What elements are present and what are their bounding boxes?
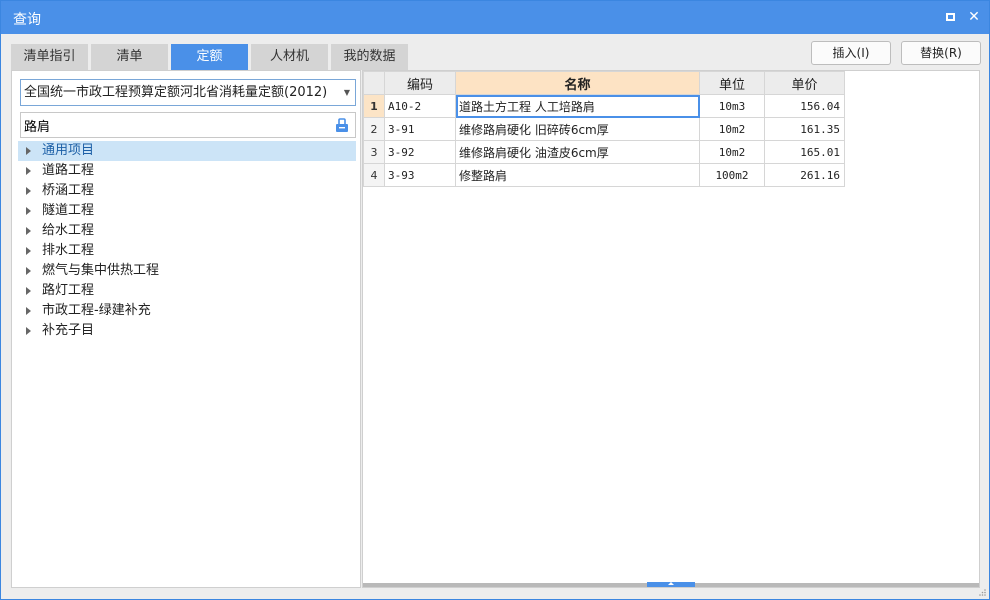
cell-name[interactable]: 修整路肩 [455, 163, 700, 187]
expand-arrow-icon[interactable] [26, 167, 31, 175]
column-header-unit[interactable]: 单位 [699, 71, 765, 95]
row-number[interactable]: 3 [363, 140, 385, 164]
cell-code[interactable]: 3-91 [384, 117, 456, 141]
column-header-code[interactable]: 编码 [384, 71, 456, 95]
tree-item-label: 桥涵工程 [42, 183, 95, 198]
row-number[interactable]: 2 [363, 117, 385, 141]
search-icon[interactable] [335, 117, 349, 133]
replace-button[interactable]: 替换(R) [901, 41, 981, 65]
expand-arrow-icon[interactable] [26, 307, 31, 315]
tree-item-label: 市政工程-绿建补充 [42, 303, 151, 318]
expand-arrow-icon[interactable] [26, 327, 31, 335]
maximize-icon[interactable] [941, 8, 959, 26]
tab-list-guide[interactable]: 清单指引 [11, 44, 88, 70]
insert-button[interactable]: 插入(I) [811, 41, 891, 65]
chevron-up-icon [668, 582, 674, 585]
tree-item-label: 路灯工程 [42, 283, 95, 298]
chapter-tree: 通用项目 道路工程 桥涵工程 隧道工程 给水工程 排水工程 燃气与集中供热工程 … [18, 141, 356, 341]
tab-my-data[interactable]: 我的数据 [331, 44, 408, 70]
tree-item[interactable]: 路灯工程 [18, 281, 356, 301]
tree-item-label: 排水工程 [42, 243, 95, 258]
cell-code[interactable]: 3-92 [384, 140, 456, 164]
column-header-price[interactable]: 单价 [764, 71, 845, 95]
cell-unit[interactable]: 10m2 [699, 117, 765, 141]
query-dialog: 查询 ✕ 清单指引 清单 定额 人材机 我的数据 插入(I) 替换(R) 全国统… [0, 0, 990, 600]
expand-arrow-icon[interactable] [26, 247, 31, 255]
cell-code[interactable]: 3-93 [384, 163, 456, 187]
search-box [20, 112, 356, 138]
row-number[interactable]: 1 [363, 94, 385, 118]
table-header-row: 编码 名称 单位 单价 [363, 71, 845, 95]
tree-item[interactable]: 燃气与集中供热工程 [18, 261, 356, 281]
cell-price[interactable]: 261.16 [764, 163, 845, 187]
table-row[interactable]: 1 A10-2 道路土方工程 人工培路肩 10m3 156.04 [363, 94, 845, 118]
tab-labor-material-machine[interactable]: 人材机 [251, 44, 328, 70]
row-number[interactable]: 4 [363, 163, 385, 187]
tree-item[interactable]: 通用项目 [18, 141, 356, 161]
cell-unit[interactable]: 100m2 [699, 163, 765, 187]
tab-quota[interactable]: 定额 [171, 44, 248, 70]
quota-library-value: 全国统一市政工程预算定额河北省消耗量定额(2012) [24, 85, 328, 100]
tree-item[interactable]: 市政工程-绿建补充 [18, 301, 356, 321]
tab-list[interactable]: 清单 [91, 44, 168, 70]
collapse-handle[interactable] [647, 582, 695, 587]
tree-item-label: 补充子目 [42, 323, 95, 338]
cell-name[interactable]: 维修路肩硬化 旧碎砖6cm厚 [455, 117, 700, 141]
quota-library-select[interactable]: 全国统一市政工程预算定额河北省消耗量定额(2012) ▼ [20, 79, 356, 106]
cell-name[interactable]: 维修路肩硬化 油渣皮6cm厚 [455, 140, 700, 164]
tree-item[interactable]: 隧道工程 [18, 201, 356, 221]
expand-arrow-icon[interactable] [26, 147, 31, 155]
tree-item[interactable]: 道路工程 [18, 161, 356, 181]
tree-item-label: 给水工程 [42, 223, 95, 238]
cell-name[interactable]: 道路土方工程 人工培路肩 [455, 94, 700, 118]
tree-item-label: 燃气与集中供热工程 [42, 263, 160, 278]
tree-item[interactable]: 补充子目 [18, 321, 356, 341]
tree-item[interactable]: 给水工程 [18, 221, 356, 241]
table-row[interactable]: 2 3-91 维修路肩硬化 旧碎砖6cm厚 10m2 161.35 [363, 117, 845, 141]
chevron-down-icon: ▼ [343, 88, 350, 97]
cell-unit[interactable]: 10m2 [699, 140, 765, 164]
resize-grip-icon[interactable] [978, 588, 986, 596]
tree-item-label: 通用项目 [42, 143, 95, 158]
close-icon[interactable]: ✕ [965, 8, 983, 26]
title-bar[interactable]: 查询 ✕ [1, 1, 989, 34]
cell-price[interactable]: 165.01 [764, 140, 845, 164]
cell-price[interactable]: 156.04 [764, 94, 845, 118]
tree-item[interactable]: 排水工程 [18, 241, 356, 261]
expand-arrow-icon[interactable] [26, 187, 31, 195]
cell-price[interactable]: 161.35 [764, 117, 845, 141]
cell-unit[interactable]: 10m3 [699, 94, 765, 118]
cell-code[interactable]: A10-2 [384, 94, 456, 118]
table-row[interactable]: 3 3-92 维修路肩硬化 油渣皮6cm厚 10m2 165.01 [363, 140, 845, 164]
tree-item[interactable]: 桥涵工程 [18, 181, 356, 201]
expand-arrow-icon[interactable] [26, 287, 31, 295]
expand-arrow-icon[interactable] [26, 227, 31, 235]
corner-cell[interactable] [363, 71, 385, 95]
quota-tree-panel: 全国统一市政工程预算定额河北省消耗量定额(2012) ▼ 通用项目 道路工程 桥… [11, 70, 361, 588]
expand-arrow-icon[interactable] [26, 267, 31, 275]
tree-item-label: 隧道工程 [42, 203, 95, 218]
tree-item-label: 道路工程 [42, 163, 95, 178]
quota-table: 编码 名称 单位 单价 1 A10-2 道路土方工程 人工培路肩 10m3 15… [363, 71, 845, 187]
column-header-name[interactable]: 名称 [455, 71, 700, 95]
table-row[interactable]: 4 3-93 修整路肩 100m2 261.16 [363, 163, 845, 187]
window-title: 查询 [13, 12, 41, 28]
expand-arrow-icon[interactable] [26, 207, 31, 215]
quota-grid-panel: 编码 名称 单位 单价 1 A10-2 道路土方工程 人工培路肩 10m3 15… [362, 70, 980, 588]
search-input[interactable] [21, 113, 321, 137]
